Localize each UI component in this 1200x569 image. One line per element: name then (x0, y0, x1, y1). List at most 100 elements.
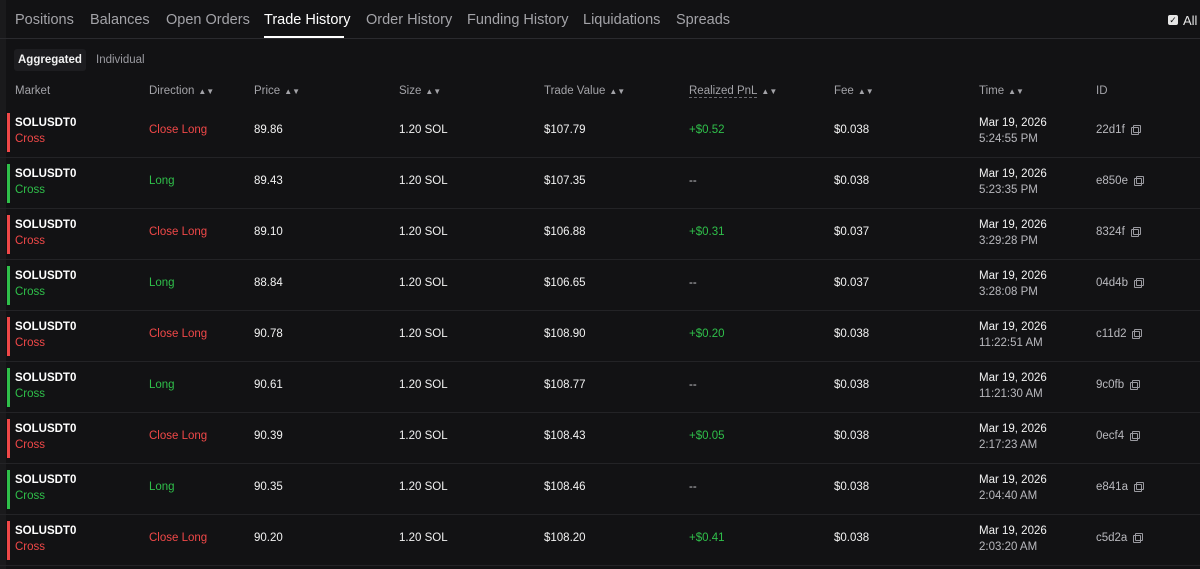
trade-id-text: 9c0fb (1096, 379, 1125, 391)
fee: $0.038 (834, 481, 870, 493)
size: 1.20 SOL (399, 430, 448, 442)
table-row[interactable]: SOLUSDT0 Cross Close Long 89.86 1.20 SOL… (0, 107, 1200, 158)
tab-trade-history[interactable]: Trade History (264, 12, 350, 28)
trade-id-text: e850e (1096, 175, 1128, 187)
trade-id: c5d2a (1096, 532, 1144, 544)
copy-icon[interactable] (1130, 431, 1141, 441)
trade-time: 5:24:55 PM (979, 133, 1038, 145)
market-symbol: SOLUSDT0 (15, 525, 77, 537)
trade-value: $108.77 (544, 379, 586, 391)
column-id: ID (1096, 85, 1108, 97)
trade-value: $108.90 (544, 328, 586, 340)
trade-date: Mar 19, 2026 (979, 372, 1047, 384)
size: 1.20 SOL (399, 277, 448, 289)
table-row[interactable]: SOLUSDT0 Cross Close Long 90.78 1.20 SOL… (0, 311, 1200, 362)
margin-mode: Cross (15, 133, 46, 145)
direction: Long (149, 277, 175, 289)
realized-pnl: -- (689, 379, 697, 391)
table-row[interactable]: SOLUSDT0 Cross Long 90.35 1.20 SOL $108.… (0, 464, 1200, 515)
trade-date: Mar 19, 2026 (979, 474, 1047, 486)
margin-mode: Cross (15, 490, 46, 502)
trade-time: 2:04:40 AM (979, 490, 1038, 502)
copy-icon[interactable] (1133, 176, 1144, 186)
column-price[interactable]: Price ▲▼ (254, 85, 300, 97)
column-fee[interactable]: Fee ▲▼ (834, 85, 874, 97)
copy-icon[interactable] (1133, 533, 1144, 543)
table-row[interactable]: SOLUSDT0 Cross Close Long 89.10 1.20 SOL… (0, 209, 1200, 260)
copy-icon[interactable] (1133, 278, 1144, 288)
trade-date: Mar 19, 2026 (979, 219, 1047, 231)
history-tabs: Positions Balances Open Orders Trade His… (0, 0, 1200, 39)
realized-pnl: +$0.41 (689, 532, 725, 544)
sort-icon: ▲▼ (609, 87, 626, 96)
all-checkbox[interactable]: ✓ (1168, 15, 1178, 25)
trade-id-text: c11d2 (1096, 328, 1127, 340)
direction: Close Long (149, 430, 208, 442)
market-symbol: SOLUSDT0 (15, 219, 77, 231)
margin-mode: Cross (15, 235, 46, 247)
trade-value: $108.46 (544, 481, 586, 493)
copy-icon[interactable] (1132, 329, 1143, 339)
trade-id-text: 04d4b (1096, 277, 1128, 289)
tab-liquidations[interactable]: Liquidations (583, 12, 660, 28)
table-row[interactable]: SOLUSDT0 Cross Long 90.61 1.20 SOL $108.… (0, 362, 1200, 413)
trade-time: 2:03:20 AM (979, 541, 1038, 553)
direction: Close Long (149, 328, 208, 340)
direction: Long (149, 379, 175, 391)
table-row[interactable]: SOLUSDT0 Cross Close Long 90.20 1.20 SOL… (0, 515, 1200, 566)
column-trade-value[interactable]: Trade Value ▲▼ (544, 85, 625, 97)
tab-order-history[interactable]: Order History (366, 12, 452, 28)
copy-icon[interactable] (1130, 227, 1141, 237)
trade-value: $107.35 (544, 175, 586, 187)
copy-icon[interactable] (1130, 125, 1141, 135)
column-direction[interactable]: Direction ▲▼ (149, 85, 214, 97)
tab-spreads[interactable]: Spreads (676, 12, 730, 28)
trade-date: Mar 19, 2026 (979, 117, 1047, 129)
margin-mode: Cross (15, 286, 46, 298)
trade-id: e850e (1096, 175, 1144, 187)
price: 90.61 (254, 379, 283, 391)
active-tab-underline (264, 36, 344, 38)
trade-time: 3:29:28 PM (979, 235, 1038, 247)
direction: Long (149, 481, 175, 493)
side-indicator (7, 266, 10, 305)
realized-pnl: +$0.52 (689, 124, 725, 136)
tab-open-orders[interactable]: Open Orders (166, 12, 250, 28)
column-realized-pnl[interactable]: Realized PnL ▲▼ (689, 85, 777, 98)
tab-funding-history[interactable]: Funding History (467, 12, 569, 28)
trade-id: 04d4b (1096, 277, 1144, 289)
subtab-aggregated[interactable]: Aggregated (14, 49, 86, 71)
tab-balances[interactable]: Balances (90, 12, 150, 28)
copy-icon[interactable] (1130, 380, 1141, 390)
subtab-individual[interactable]: Individual (92, 49, 149, 71)
table-row[interactable]: SOLUSDT0 Cross Close Long 90.39 1.20 SOL… (0, 413, 1200, 464)
trade-id: 8324f (1096, 226, 1141, 238)
trade-time: 5:23:35 PM (979, 184, 1038, 196)
trade-time: 3:28:08 PM (979, 286, 1038, 298)
column-time[interactable]: Time ▲▼ (979, 85, 1024, 97)
trade-value: $106.88 (544, 226, 586, 238)
trade-date: Mar 19, 2026 (979, 168, 1047, 180)
fee: $0.038 (834, 175, 870, 187)
trade-value: $108.43 (544, 430, 586, 442)
column-size[interactable]: Size ▲▼ (399, 85, 441, 97)
table-row[interactable]: SOLUSDT0 Cross Long 89.43 1.20 SOL $107.… (0, 158, 1200, 209)
trade-id-text: 0ecf4 (1096, 430, 1125, 442)
copy-icon[interactable] (1133, 482, 1144, 492)
trade-value: $108.20 (544, 532, 586, 544)
market-symbol: SOLUSDT0 (15, 423, 77, 435)
size: 1.20 SOL (399, 379, 448, 391)
trade-id: e841a (1096, 481, 1144, 493)
realized-pnl: -- (689, 481, 697, 493)
fee: $0.038 (834, 532, 870, 544)
realized-pnl: +$0.20 (689, 328, 725, 340)
sort-icon: ▲▼ (425, 87, 442, 96)
size: 1.20 SOL (399, 226, 448, 238)
sort-icon: ▲▼ (198, 87, 215, 96)
price: 90.20 (254, 532, 283, 544)
fee: $0.038 (834, 328, 870, 340)
table-row[interactable]: SOLUSDT0 Cross Long 88.84 1.20 SOL $106.… (0, 260, 1200, 311)
direction: Close Long (149, 124, 208, 136)
margin-mode: Cross (15, 184, 46, 196)
tab-positions[interactable]: Positions (15, 12, 74, 28)
